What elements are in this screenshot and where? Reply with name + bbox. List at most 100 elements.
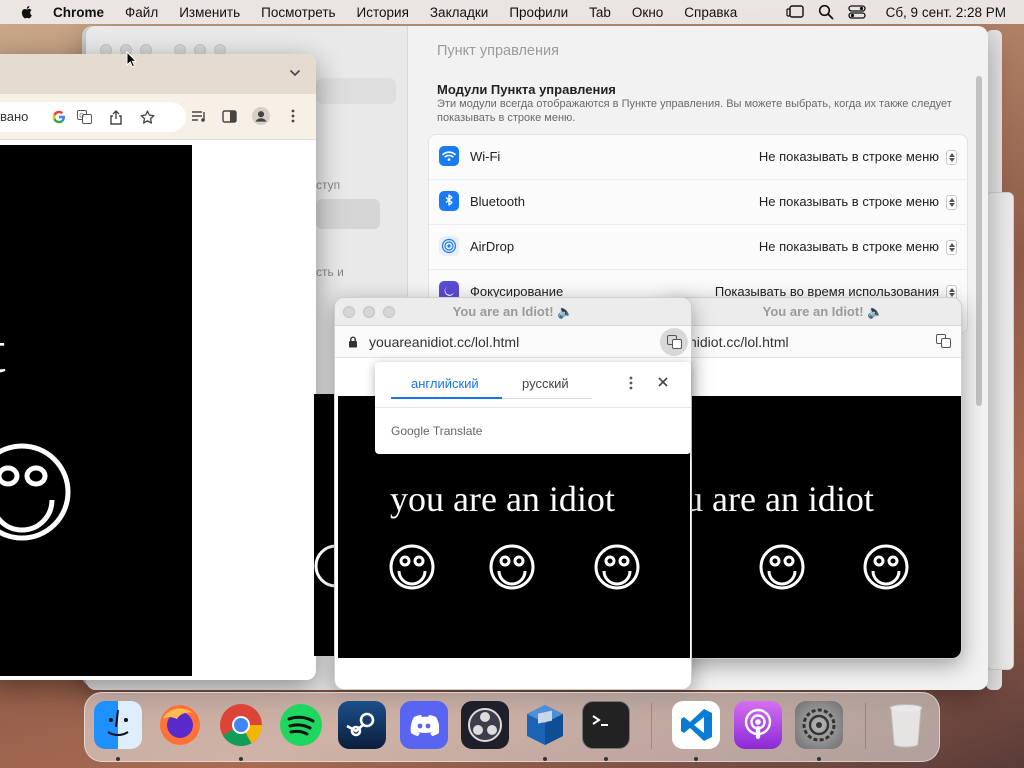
reading-list-icon[interactable] [190, 107, 208, 125]
module-name: Bluetooth [470, 194, 525, 209]
chrome-page-content: iot [0, 140, 316, 680]
module-row-wifi: Wi-Fi Не показывать в строке меню [429, 135, 969, 180]
menubar-clock[interactable]: Сб, 9 сент. 2:28 PM [886, 5, 1006, 20]
running-indicator [239, 757, 243, 761]
stage-manager-icon[interactable] [785, 5, 804, 19]
system-settings-icon[interactable] [795, 701, 843, 749]
module-name: AirDrop [470, 239, 515, 254]
mouse-cursor-icon [126, 51, 138, 68]
translate-icon[interactable]: G [75, 108, 93, 126]
active-tab-indicator [391, 397, 502, 399]
running-indicator [543, 757, 547, 761]
podcasts-icon[interactable] [734, 701, 782, 749]
running-indicator [694, 757, 698, 761]
more-options-icon[interactable] [629, 376, 633, 390]
module-visibility-select[interactable]: Не показывать в строке меню [759, 239, 939, 254]
google-translate-brand: Google Translate [391, 424, 483, 438]
bluetooth-icon [439, 191, 459, 211]
module-visibility-select[interactable]: Не показывать в строке меню [759, 194, 939, 209]
running-indicator [604, 757, 608, 761]
popup-title: You are an Idiot! 🔈 [452, 304, 574, 319]
popup-title-bar: You are an Idiot! 🔈 [335, 298, 691, 326]
sidebar-selected-item[interactable] [316, 199, 380, 229]
running-indicator [817, 757, 821, 761]
chrome-window: вано G iot [0, 54, 316, 680]
sidebar-item-fragment[interactable]: ступ [316, 178, 340, 192]
running-indicator [116, 757, 120, 761]
idiot-page-canvas: iot [0, 145, 192, 676]
side-panel-icon[interactable] [220, 107, 238, 125]
popup-headline: you are an idiot [665, 479, 874, 519]
smiley-icon [759, 544, 805, 590]
background-window-right [986, 192, 1014, 670]
menu-view[interactable]: Посмотреть [261, 5, 335, 20]
omnibox-text[interactable]: вано [0, 109, 28, 124]
profile-avatar-icon[interactable] [252, 107, 270, 125]
popup-address-bar: nidiot.cc/lol.html [665, 326, 961, 358]
virtualbox-icon[interactable] [521, 701, 569, 749]
smiley-icon [863, 544, 909, 590]
popup-url[interactable]: youareanidiot.cc/lol.html [369, 334, 519, 350]
menu-history[interactable]: История [357, 5, 409, 20]
dock-divider [651, 703, 652, 749]
control-center-icon[interactable] [847, 4, 866, 20]
module-name: Wi-Fi [470, 149, 501, 164]
spotlight-search-icon[interactable] [818, 4, 834, 20]
popup-page-canvas: you are an idiot [665, 396, 961, 658]
spotify-icon[interactable] [277, 701, 325, 749]
translate-icon[interactable] [660, 328, 688, 356]
chevron-updown-icon[interactable] [946, 240, 957, 255]
menu-window[interactable]: Окно [632, 5, 663, 20]
menu-app-name[interactable]: Chrome [53, 5, 104, 20]
airdrop-icon [439, 236, 459, 256]
popup-title-bar: You are an Idiot! 🔈 [665, 298, 961, 326]
finder-icon[interactable] [94, 701, 142, 749]
chrome-tab-bar [0, 54, 316, 94]
apple-menu-icon[interactable] [19, 4, 35, 20]
chrome-icon[interactable] [217, 701, 265, 749]
module-row-airdrop: AirDrop Не показывать в строке меню [429, 225, 969, 270]
translate-icon[interactable] [936, 334, 951, 353]
discord-icon[interactable] [400, 701, 448, 749]
popup-url[interactable]: nidiot.cc/lol.html [689, 334, 789, 350]
popup-headline: you are an idiot [390, 479, 615, 519]
tab-source-language[interactable]: английский [411, 376, 479, 391]
menu-bookmarks[interactable]: Закладки [430, 5, 488, 20]
google-icon[interactable] [50, 108, 68, 126]
more-menu-icon[interactable] [284, 107, 302, 125]
smiley-icon [594, 544, 640, 590]
obs-icon[interactable] [461, 701, 509, 749]
share-icon[interactable] [107, 108, 125, 126]
module-row-bluetooth: Bluetooth Не показывать в строке меню [429, 180, 969, 225]
module-visibility-select[interactable]: Не показывать в строке меню [759, 149, 939, 164]
chevron-down-icon[interactable] [290, 68, 300, 78]
menu-help[interactable]: Справка [684, 5, 737, 20]
chevron-updown-icon[interactable] [946, 150, 957, 165]
menu-file[interactable]: Файл [125, 5, 158, 20]
menu-edit[interactable]: Изменить [179, 5, 240, 20]
menu-tab[interactable]: Tab [589, 5, 611, 20]
smiley-icon [0, 443, 71, 541]
divider [375, 407, 691, 408]
trash-icon[interactable] [882, 701, 930, 749]
sidebar-item-fragment-2[interactable]: сть и [316, 265, 344, 279]
wifi-icon [439, 146, 459, 166]
tab-target-language[interactable]: русский [522, 376, 569, 391]
chevron-updown-icon[interactable] [946, 195, 957, 210]
settings-search-field[interactable] [316, 78, 396, 104]
terminal-icon[interactable] [582, 701, 630, 749]
smiley-icon [389, 544, 435, 590]
menu-profiles[interactable]: Профили [509, 5, 568, 20]
section-description: Эти модули всегда отображаются в Пункте … [437, 98, 952, 124]
dock [84, 692, 940, 762]
steam-icon[interactable] [338, 701, 386, 749]
settings-scrollbar[interactable] [976, 76, 982, 406]
close-icon[interactable] [656, 375, 670, 389]
section-title: Модули Пункта управления [437, 82, 616, 97]
settings-page-title: Пункт управления [437, 43, 559, 59]
lock-icon[interactable] [348, 336, 358, 348]
omnibox[interactable]: вано G [0, 102, 186, 132]
bookmark-star-icon[interactable] [138, 108, 156, 126]
firefox-icon[interactable] [156, 701, 204, 749]
vscode-icon[interactable] [672, 701, 720, 749]
